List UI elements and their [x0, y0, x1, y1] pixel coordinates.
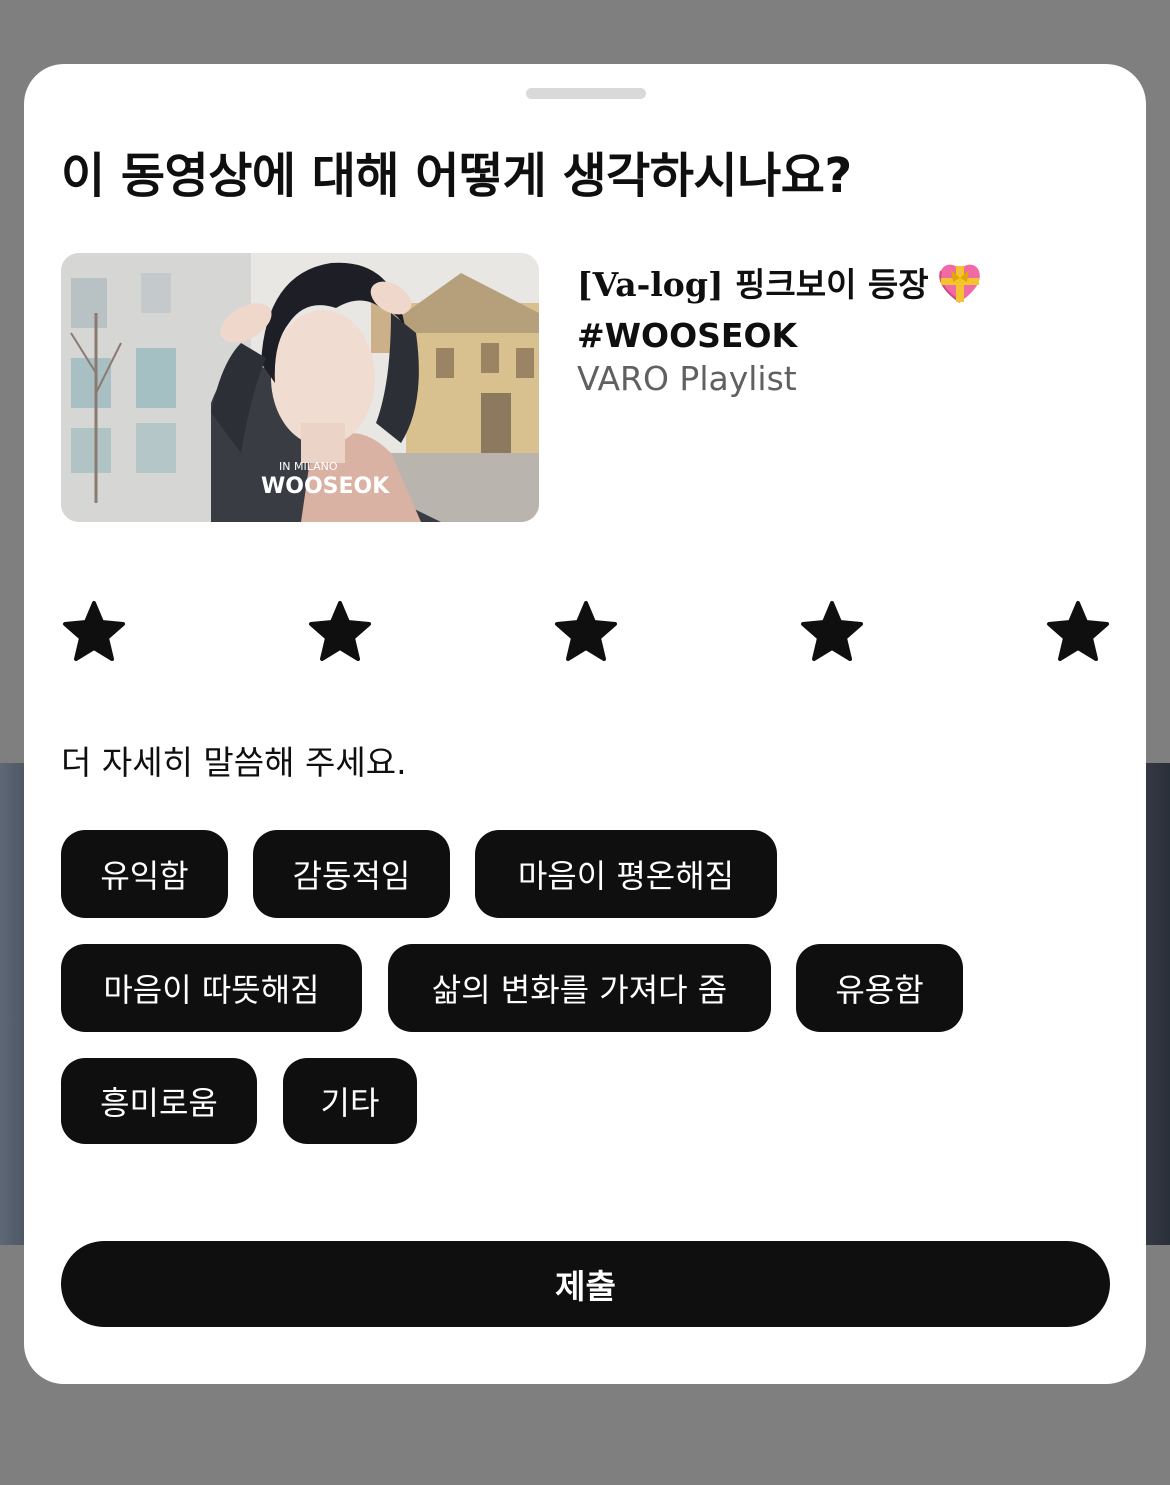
star-icon [801, 601, 863, 661]
star-icon [1047, 601, 1109, 661]
star-icon-3[interactable] [553, 599, 619, 663]
star-icon-4[interactable] [799, 599, 865, 663]
video-thumbnail: IN MILANO WOOSEOK [61, 253, 539, 522]
video-title-text: [Va-log] 핑크보이 등장 [577, 265, 929, 304]
option-chip-interesting[interactable]: 흥미로움 [61, 1058, 257, 1144]
option-chip-touching[interactable]: 감동적임 [253, 830, 450, 918]
video-title: [Va-log] 핑크보이 등장 #WOOSEOK [577, 260, 1117, 357]
star-icon-1[interactable] [61, 599, 127, 663]
option-chip-heartwarming[interactable]: 마음이 따뜻해짐 [61, 944, 362, 1032]
feedback-bottom-sheet: 이 동영상에 대해 어떻게 생각하시나요? IN MILANO WOOSEOK … [24, 64, 1146, 1384]
option-chip-other[interactable]: 기타 [283, 1058, 417, 1144]
sheet-drag-handle[interactable] [526, 88, 646, 99]
star-icon-5[interactable] [1045, 599, 1111, 663]
option-chip-useful[interactable]: 유용함 [796, 944, 963, 1032]
star-icon [555, 601, 617, 661]
star-icon [63, 601, 125, 661]
star-icon-2[interactable] [307, 599, 373, 663]
option-chip-life-changing[interactable]: 삶의 변화를 가져다 줌 [388, 944, 771, 1032]
star-icon [309, 601, 371, 661]
channel-name: VARO Playlist [577, 359, 797, 398]
option-chip-informative[interactable]: 유익함 [61, 830, 228, 918]
thumbnail-image: IN MILANO WOOSEOK [61, 253, 539, 522]
star-rating [61, 599, 1111, 663]
submit-button[interactable]: 제출 [61, 1241, 1110, 1327]
sheet-title: 이 동영상에 대해 어떻게 생각하시나요? [61, 148, 852, 204]
thumbnail-overlay-line2: WOOSEOK [261, 474, 390, 499]
details-prompt: 더 자세히 말씀해 주세요. [61, 743, 407, 782]
thumbnail-overlay-line1: IN MILANO [279, 460, 338, 473]
video-hashtag[interactable]: #WOOSEOK [577, 314, 1117, 357]
option-chip-calming[interactable]: 마음이 평온해짐 [475, 830, 777, 918]
heart-with-ribbon-emoji-icon [937, 260, 983, 314]
video-info: [Va-log] 핑크보이 등장 #WOOSEOK VARO Playlist [577, 260, 1117, 401]
